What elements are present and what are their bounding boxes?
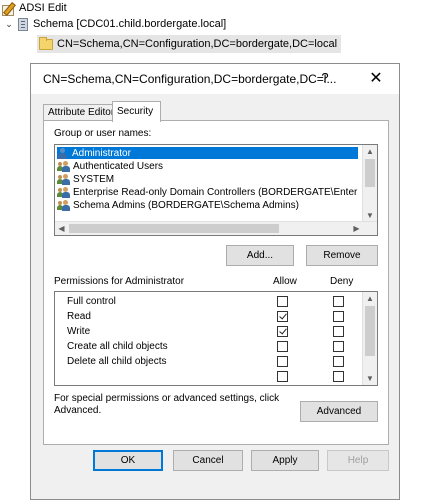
deny-checkbox[interactable] bbox=[333, 341, 344, 352]
list-item[interactable]: Schema Admins (BORDERGATE\Schema Admins) bbox=[57, 199, 358, 211]
scroll-thumb[interactable] bbox=[69, 224, 279, 233]
allow-column-header: Allow bbox=[273, 276, 297, 287]
tree-node-label: CN=Schema,CN=Configuration,DC=bordergate… bbox=[57, 38, 338, 50]
principal-name: SYSTEM bbox=[73, 173, 115, 185]
deny-checkbox[interactable] bbox=[333, 296, 344, 307]
cancel-button[interactable]: Cancel bbox=[173, 450, 243, 471]
principals-horizontal-scrollbar[interactable]: ◀ ▶ bbox=[55, 221, 377, 235]
folder-icon bbox=[39, 36, 53, 50]
group-icon bbox=[57, 186, 70, 198]
properties-dialog: CN=Schema,CN=Configuration,DC=bordergate… bbox=[30, 63, 400, 500]
allow-checkbox[interactable] bbox=[277, 341, 288, 352]
table-row: Read bbox=[55, 310, 355, 326]
group-names-label: Group or user names: bbox=[54, 128, 152, 139]
principals-list[interactable]: Administrator Authenticated Users SYSTEM… bbox=[54, 144, 378, 236]
allow-checkbox[interactable] bbox=[277, 311, 288, 322]
chevron-down-icon[interactable]: ⌄ bbox=[4, 19, 14, 29]
permission-name: Write bbox=[67, 326, 91, 337]
permission-name: Create all child objects bbox=[67, 341, 168, 352]
principal-name: Enterprise Read-only Domain Controllers … bbox=[73, 186, 358, 198]
principal-name: Administrator bbox=[72, 147, 131, 159]
user-icon bbox=[57, 147, 69, 159]
dialog-titlebar[interactable]: CN=Schema,CN=Configuration,DC=bordergate… bbox=[31, 64, 399, 94]
scroll-left-icon[interactable]: ◀ bbox=[55, 222, 68, 235]
list-item[interactable]: Authenticated Users bbox=[57, 160, 358, 172]
list-item[interactable]: SYSTEM bbox=[57, 173, 358, 185]
adsi-edit-icon bbox=[2, 1, 16, 16]
allow-checkbox[interactable] bbox=[277, 371, 288, 382]
group-icon bbox=[57, 160, 70, 172]
advanced-button[interactable]: Advanced bbox=[300, 401, 378, 422]
apply-button[interactable]: Apply bbox=[251, 450, 319, 471]
list-item[interactable]: Administrator bbox=[57, 147, 358, 159]
principals-vertical-scrollbar[interactable]: ▲ ▼ bbox=[362, 145, 377, 222]
scroll-corner bbox=[363, 222, 377, 235]
deny-checkbox[interactable] bbox=[333, 356, 344, 367]
principal-name: Authenticated Users bbox=[73, 160, 164, 172]
scroll-thumb[interactable] bbox=[365, 306, 375, 356]
permissions-list: Full control Read Write Create all child… bbox=[54, 291, 378, 386]
scroll-up-icon[interactable]: ▲ bbox=[363, 292, 377, 305]
group-icon bbox=[57, 199, 70, 211]
remove-button[interactable]: Remove bbox=[306, 245, 378, 266]
tree-schema[interactable]: ⌄ Schema [CDC01.child.bordergate.local] bbox=[4, 16, 226, 32]
tab-security[interactable]: Security bbox=[112, 101, 161, 122]
permission-name: Full control bbox=[67, 296, 116, 307]
tree-schema-label: Schema [CDC01.child.bordergate.local] bbox=[33, 18, 227, 30]
help-button[interactable]: Help bbox=[327, 450, 389, 471]
permission-name: Delete all child objects bbox=[67, 356, 167, 367]
permission-name: Read bbox=[67, 311, 91, 322]
permissions-vertical-scrollbar[interactable]: ▲ ▼ bbox=[362, 292, 377, 385]
help-icon[interactable]: ? bbox=[317, 70, 333, 85]
table-row: Delete all child objects bbox=[55, 355, 355, 371]
table-row: Create all child objects bbox=[55, 340, 355, 356]
special-permissions-note: For special permissions or advanced sett… bbox=[54, 393, 280, 416]
allow-checkbox[interactable] bbox=[277, 296, 288, 307]
list-item[interactable]: Enterprise Read-only Domain Controllers … bbox=[57, 186, 358, 198]
deny-checkbox[interactable] bbox=[333, 311, 344, 322]
table-row: Write bbox=[55, 325, 355, 341]
allow-checkbox[interactable] bbox=[277, 356, 288, 367]
ok-button[interactable]: OK bbox=[93, 450, 163, 471]
tree-root-label: ADSI Edit bbox=[19, 2, 67, 14]
permissions-for-label: Permissions for Administrator bbox=[54, 276, 185, 287]
scroll-up-icon[interactable]: ▲ bbox=[363, 145, 377, 158]
close-icon[interactable]: ✕ bbox=[367, 68, 385, 88]
deny-checkbox[interactable] bbox=[333, 371, 344, 382]
principal-name: Schema Admins (BORDERGATE\Schema Admins) bbox=[73, 199, 299, 211]
tab-attribute-editor[interactable]: Attribute Editor bbox=[43, 104, 114, 121]
security-panel: Group or user names: Administrator Authe… bbox=[43, 120, 389, 445]
scroll-down-icon[interactable]: ▼ bbox=[363, 372, 377, 385]
deny-column-header: Deny bbox=[330, 276, 354, 287]
dialog-title: CN=Schema,CN=Configuration,DC=bordergate… bbox=[43, 72, 337, 86]
scroll-right-icon[interactable]: ▶ bbox=[350, 222, 363, 235]
allow-checkbox[interactable] bbox=[277, 326, 288, 337]
table-row: Full control bbox=[55, 295, 355, 311]
schema-icon bbox=[18, 17, 28, 31]
deny-checkbox[interactable] bbox=[333, 326, 344, 337]
tree-schema-node[interactable]: CN=Schema,CN=Configuration,DC=bordergate… bbox=[37, 35, 342, 53]
scroll-thumb[interactable] bbox=[365, 159, 375, 187]
add-button[interactable]: Add... bbox=[226, 245, 294, 266]
table-row bbox=[55, 370, 355, 385]
tree-root[interactable]: ADSI Edit bbox=[2, 0, 67, 16]
group-icon bbox=[57, 173, 70, 185]
